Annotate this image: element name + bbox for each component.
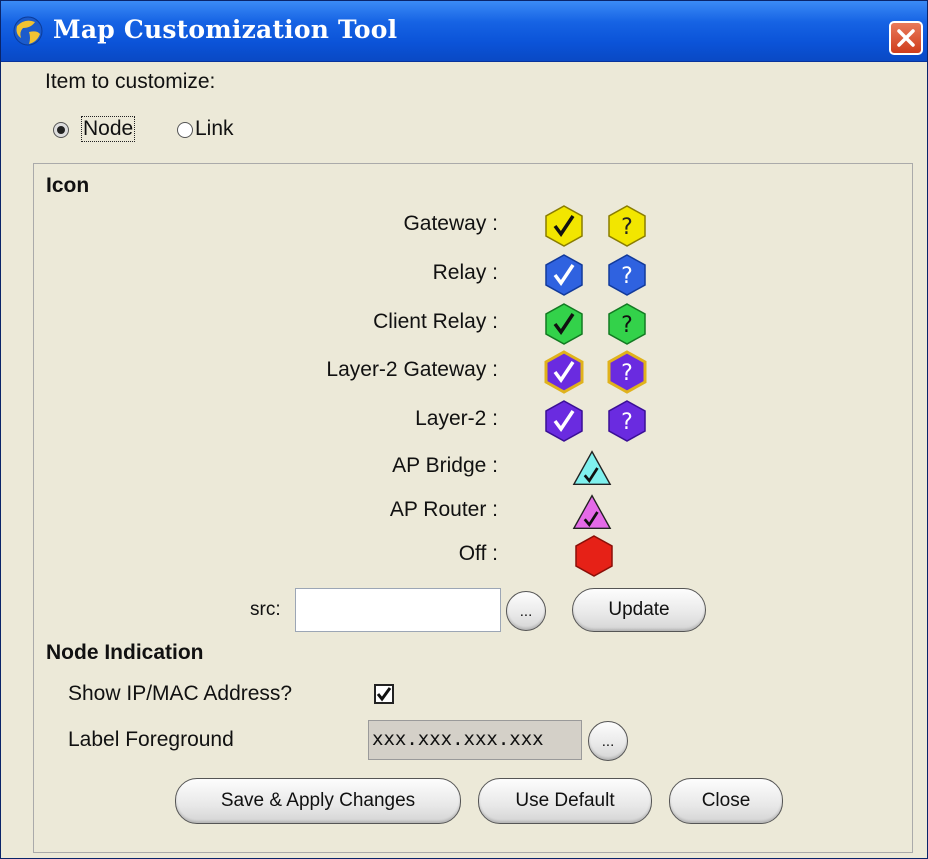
gateway-unknown-icon[interactable]: ? [607, 204, 647, 248]
close-window-button[interactable] [889, 21, 923, 55]
close-button[interactable]: Close [669, 778, 783, 824]
gateway-label: Gateway : [403, 212, 498, 235]
use-default-button[interactable]: Use Default [478, 778, 652, 824]
src-browse-button[interactable]: ... [506, 591, 546, 631]
update-button[interactable]: Update [572, 588, 706, 632]
ap-bridge-icon[interactable] [572, 446, 612, 490]
gateway-online-icon[interactable] [544, 204, 584, 248]
layer2-label: Layer-2 : [415, 407, 498, 430]
icon-section-title: Icon [46, 174, 90, 197]
node-radio-label[interactable]: Node [81, 116, 136, 142]
client-relay-online-icon[interactable] [544, 302, 584, 346]
client-relay-label: Client Relay : [373, 310, 498, 333]
save-apply-button[interactable]: Save & Apply Changes [175, 778, 461, 824]
off-label: Off : [458, 542, 498, 565]
node-radio[interactable] [53, 122, 69, 138]
globe-icon [13, 16, 43, 46]
link-radio[interactable] [177, 122, 193, 138]
map-customization-window: Map Customization Tool Item to customize… [0, 0, 928, 859]
show-ip-mac-checkbox[interactable] [374, 684, 394, 704]
relay-online-icon[interactable] [544, 253, 584, 297]
layer2-unknown-icon[interactable]: ? [607, 399, 647, 443]
svg-text:?: ? [621, 410, 633, 435]
layer2-online-icon[interactable] [544, 399, 584, 443]
ap-router-label: AP Router : [389, 498, 498, 521]
svg-text:?: ? [621, 264, 633, 289]
src-label: src: [250, 599, 281, 620]
relay-label: Relay : [432, 261, 498, 284]
svg-text:?: ? [621, 361, 633, 386]
layer2-gateway-unknown-icon[interactable]: ? [607, 350, 647, 394]
label-foreground-browse-button[interactable]: ... [588, 721, 628, 761]
label-foreground-label: Label Foreground [68, 728, 234, 751]
label-foreground-field[interactable]: xxx.xxx.xxx.xxx [368, 720, 582, 760]
src-input[interactable] [295, 588, 501, 632]
close-icon [897, 29, 915, 47]
link-radio-label[interactable]: Link [195, 117, 234, 141]
item-to-customize-label: Item to customize: [45, 70, 216, 93]
svg-text:?: ? [621, 313, 633, 338]
relay-unknown-icon[interactable]: ? [607, 253, 647, 297]
window-title: Map Customization Tool [53, 15, 398, 44]
ap-bridge-label: AP Bridge : [392, 454, 498, 477]
layer2-gateway-label: Layer-2 Gateway : [326, 358, 498, 381]
checkmark-icon [376, 687, 392, 702]
customization-panel: Icon Gateway : Relay : Client Relay : La… [33, 163, 913, 853]
svg-text:?: ? [621, 215, 633, 240]
show-ip-mac-label: Show IP/MAC Address? [68, 682, 293, 705]
off-icon[interactable] [574, 534, 614, 578]
title-bar[interactable]: Map Customization Tool [1, 1, 927, 62]
ap-router-icon[interactable] [572, 490, 612, 534]
layer2-gateway-online-icon[interactable] [544, 350, 584, 394]
client-relay-unknown-icon[interactable]: ? [607, 302, 647, 346]
node-indication-title: Node Indication [46, 641, 204, 664]
